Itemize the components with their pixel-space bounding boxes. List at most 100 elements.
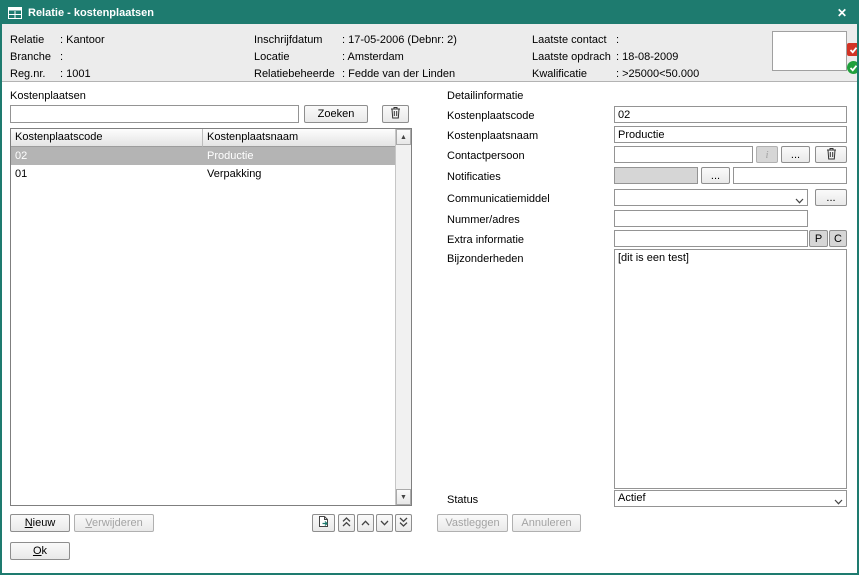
close-icon: ✕ [837,6,847,20]
header-field-value: : [60,51,63,63]
label-bijzonderheden: Bijzonderheden [447,252,523,266]
label-kostenplaatscode: Kostenplaatscode [447,109,534,123]
ellipsis-icon: ... [826,192,835,204]
header-field-value: : 1001 [60,68,91,80]
header-field-value: : Amsterdam [342,51,404,63]
new-button-label: Nieuw [25,517,56,529]
header-field-value: : >25000<50.000 [616,68,699,80]
header-field-kwalificatie: Kwalificatie: >25000<50.000 [532,68,699,81]
titlebar: Relatie - kostenplaatsen ✕ [2,2,857,24]
communicatiemiddel-browse-button[interactable]: ... [815,189,847,206]
first-record-button[interactable] [338,514,355,532]
scroll-down-button[interactable]: ▼ [396,489,411,505]
close-button[interactable]: ✕ [833,5,851,21]
scroll-down-icon: ▼ [400,494,407,501]
dialog-window: Relatie - kostenplaatsen ✕ Relatie: Kant… [0,0,859,575]
column-header-kostenplaatsnaam[interactable]: Kostenplaatsnaam [203,129,395,147]
header-field-label: Relatiebeheerde [254,68,342,81]
header-field-value: : [616,34,619,46]
table-body: 02 Productie 01 Verpakking [11,147,395,505]
kostenplaatscode-input[interactable] [614,106,847,123]
double-chevron-up-icon [342,517,351,530]
table-row-02[interactable]: 02 Productie [11,147,395,165]
header-field-relatie: Relatie: Kantoor [10,34,105,47]
notificaties-browse-button[interactable]: ... [701,167,730,184]
c-button-label: C [834,233,842,245]
label-extra-informatie: Extra informatie [447,233,524,247]
red-check-icon [847,43,859,56]
header-field-laatste-opdracht: Laatste opdrach: 18-08-2009 [532,51,678,64]
notificaties-input-1[interactable] [614,167,698,184]
ok-button[interactable]: Ok [10,542,70,560]
header-field-value: : 18-08-2009 [616,51,678,63]
bijzonderheden-textarea[interactable]: [dit is een test] [614,249,847,489]
open-record-button[interactable] [312,514,335,532]
label-status: Status [447,493,478,507]
extra-p-button[interactable]: P [809,230,828,247]
nummer-adres-input[interactable] [614,210,808,227]
header-field-label: Laatste opdrach [532,51,616,64]
window-title: Relatie - kostenplaatsen [28,7,833,19]
info-header: Relatie: Kantoor Branche: Reg.nr.: 1001 … [2,24,857,82]
contact-browse-button[interactable]: ... [781,146,810,163]
label-kostenplaatsnaam: Kostenplaatsnaam [447,129,538,143]
previous-record-button[interactable] [357,514,374,532]
last-record-button[interactable] [395,514,412,532]
green-check-icon [847,61,859,74]
chevron-down-icon [380,517,389,529]
ellipsis-icon: ... [711,170,720,182]
label-contactpersoon: Contactpersoon [447,149,525,163]
contact-info-button[interactable]: i [756,146,778,163]
save-button[interactable]: Vastleggen [437,514,508,532]
ok-button-label: Ok [33,545,47,557]
scroll-up-icon: ▲ [400,134,407,141]
cell-name: Productie [203,147,395,165]
double-chevron-down-icon [399,517,408,530]
search-button[interactable]: Zoeken [304,105,368,123]
column-header-kostenplaatscode[interactable]: Kostenplaatscode [11,129,203,147]
dropdown-chevron-icon [795,195,804,206]
ellipsis-icon: ... [791,149,800,161]
new-button[interactable]: Nieuw [10,514,70,532]
label-communicatiemiddel: Communicatiemiddel [447,192,550,206]
window-icon [8,7,22,19]
header-field-label: Relatie [10,34,60,47]
header-field-locatie: Locatie: Amsterdam [254,51,404,64]
header-field-value: : 17-05-2006 (Debnr: 2) [342,34,457,46]
kostenplaatsen-table: Kostenplaatscode Kostenplaatsnaam 02 Pro… [10,128,412,506]
header-field-inschrijfdatum: Inschrijfdatum: 17-05-2006 (Debnr: 2) [254,34,457,47]
vertical-scrollbar[interactable]: ▲ ▼ [395,129,411,505]
clear-search-button[interactable] [382,105,409,123]
header-field-label: Locatie [254,51,342,64]
notificaties-input-2[interactable] [733,167,847,184]
contact-delete-button[interactable] [815,146,847,163]
contactpersoon-input[interactable] [614,146,753,163]
table-row-01[interactable]: 01 Verpakking [11,165,395,183]
delete-button[interactable]: Verwijderen [74,514,154,532]
next-record-button[interactable] [376,514,393,532]
dropdown-chevron-icon [834,496,843,507]
delete-button-label: Verwijderen [85,517,142,529]
cancel-button-label: Annuleren [521,517,571,529]
search-input[interactable] [10,105,299,123]
header-field-value: : Kantoor [60,34,105,46]
header-field-label: Inschrijfdatum [254,34,342,47]
status-select[interactable]: Actief [614,490,847,507]
extra-informatie-input[interactable] [614,230,808,247]
cancel-button[interactable]: Annuleren [512,514,581,532]
search-button-label: Zoeken [318,108,355,120]
communicatiemiddel-select[interactable] [614,189,808,206]
label-notificaties: Notificaties [447,170,501,184]
header-field-regnr: Reg.nr.: 1001 [10,68,91,81]
header-field-label: Reg.nr. [10,68,60,81]
header-field-relatiebeheerder: Relatiebeheerde: Fedde van der Linden [254,68,455,81]
header-field-value: : Fedde van der Linden [342,68,455,80]
kostenplaatsnaam-input[interactable] [614,126,847,143]
status-value: Actief [618,492,646,504]
chevron-up-icon [361,517,370,529]
extra-c-button[interactable]: C [829,230,847,247]
scroll-up-button[interactable]: ▲ [396,129,411,145]
p-button-label: P [815,233,822,245]
cell-code: 01 [11,165,203,183]
list-panel-title: Kostenplaatsen [10,90,86,102]
